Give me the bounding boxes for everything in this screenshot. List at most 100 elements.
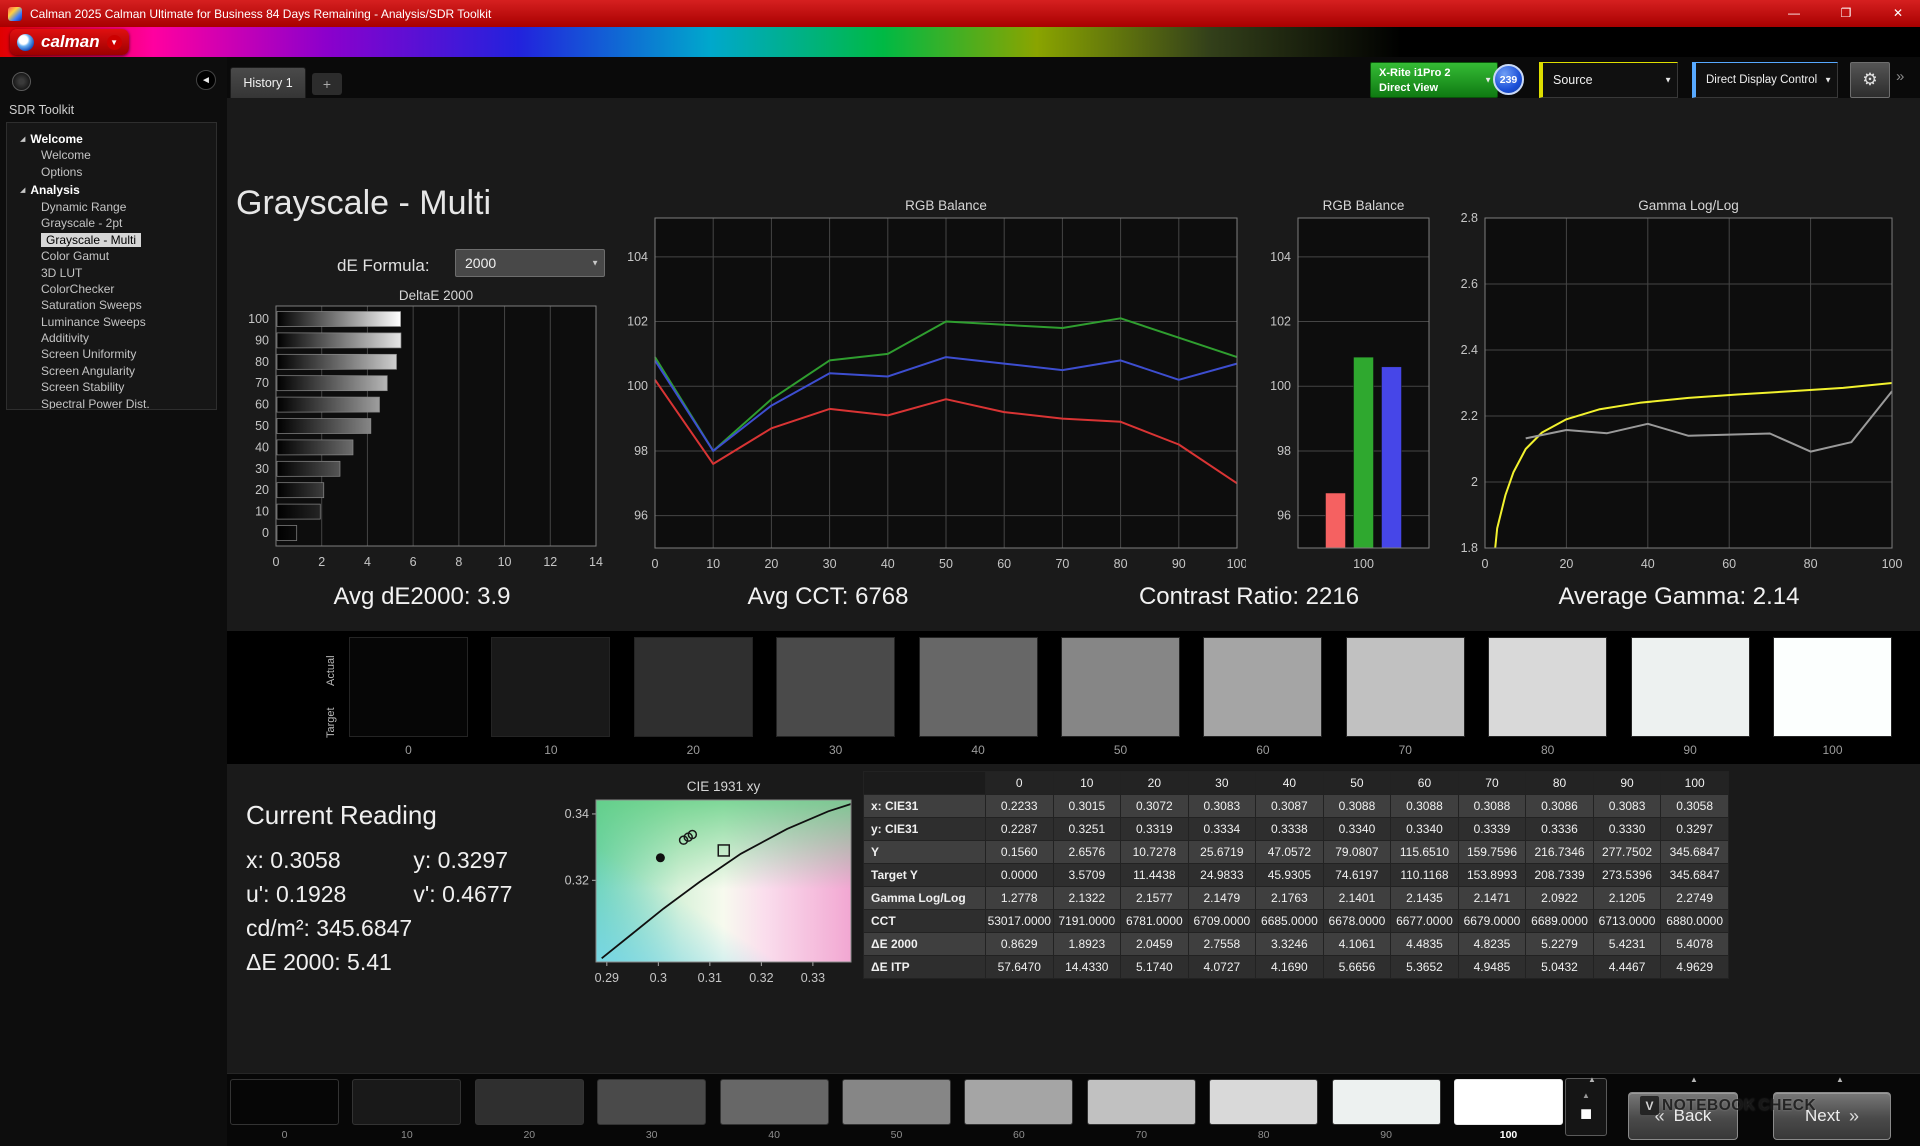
de-formula-dropdown[interactable]: 2000 ▼ <box>455 249 605 277</box>
display-control-selector[interactable]: Direct Display Control ▼ <box>1692 62 1838 98</box>
sidebar-item-spectral-power-dist[interactable]: Spectral Power Dist. <box>7 395 216 410</box>
sidebar-item-color-gamut[interactable]: Color Gamut <box>7 248 216 264</box>
patch-label: 70 <box>1087 1129 1196 1141</box>
expander-icon[interactable]: ◢ <box>20 135 25 143</box>
axis-text: 104 <box>627 250 648 264</box>
sidebar-collapse-button[interactable]: ◄ <box>196 70 216 90</box>
row-label: x: CIE31 <box>864 795 986 818</box>
grayscale-patch-button-80[interactable] <box>1209 1079 1318 1125</box>
sidebar-item-grayscale-2pt[interactable]: Grayscale - 2pt <box>7 215 216 231</box>
table-cell: 2.1577 <box>1121 887 1189 910</box>
table-cell: 2.7558 <box>1188 933 1256 956</box>
back-button[interactable]: « Back <box>1628 1092 1738 1140</box>
axis-text: 2.6 <box>1461 277 1478 291</box>
axis-text: 14 <box>589 555 603 569</box>
next-button[interactable]: Next » <box>1773 1092 1891 1140</box>
table-cell: 10.7278 <box>1121 841 1189 864</box>
close-button[interactable]: ✕ <box>1876 0 1920 27</box>
grayscale-patch-button-70[interactable] <box>1087 1079 1196 1125</box>
table-cell: 0.1560 <box>986 841 1054 864</box>
expander-icon[interactable]: ◢ <box>20 186 25 194</box>
row-label: ΔE ITP <box>864 956 986 979</box>
deltae-bar-70 <box>277 376 387 391</box>
add-tab-button[interactable]: + <box>312 73 342 95</box>
table-cell: 2.1763 <box>1256 887 1324 910</box>
axis-text: 40 <box>255 440 269 454</box>
table-cell: 11.4438 <box>1121 864 1189 887</box>
table-cell: 2.2749 <box>1661 887 1729 910</box>
tab-history-1[interactable]: History 1 <box>230 67 306 98</box>
gray-swatch-90 <box>1631 637 1750 737</box>
axis-text: 60 <box>255 398 269 412</box>
axis-text: DeltaE 2000 <box>399 288 473 303</box>
grayscale-patch-button-30[interactable] <box>597 1079 706 1125</box>
meter-selector[interactable]: X-Rite i1Pro 2 Direct View ▼ <box>1370 62 1498 98</box>
gray-swatch-level-label: 20 <box>634 743 753 757</box>
minimize-button[interactable]: — <box>1772 0 1816 27</box>
axis-text: 10 <box>706 557 720 571</box>
gray-swatch-0 <box>349 637 468 737</box>
tree-group-welcome[interactable]: ◢ Welcome <box>7 130 216 147</box>
settings-button[interactable]: ⚙ <box>1850 62 1890 98</box>
sidebar-item-label: Dynamic Range <box>41 200 126 214</box>
sidebar-item-colorchecker[interactable]: ColorChecker <box>7 281 216 297</box>
grayscale-patch-button-60[interactable] <box>964 1079 1073 1125</box>
blue-bar <box>1382 367 1402 548</box>
axis-text: 40 <box>881 557 895 571</box>
logo-dropdown-icon[interactable]: ▼ <box>107 35 122 50</box>
cd-value: 345.6847 <box>316 915 412 941</box>
deltae-bar-80 <box>277 354 396 369</box>
sidebar-item-3d-lut[interactable]: 3D LUT <box>7 264 216 280</box>
tree-group-label: Welcome <box>30 132 82 146</box>
sidebar-item-grayscale-multi[interactable]: Grayscale - Multi <box>7 232 216 248</box>
table-cell: 216.7346 <box>1526 841 1594 864</box>
tree-group-analysis[interactable]: ◢Analysis <box>7 182 216 199</box>
axis-text: 0 <box>652 557 659 571</box>
table-cell: 0.3330 <box>1593 818 1661 841</box>
sidebar-item-additivity[interactable]: Additivity <box>7 330 216 346</box>
table-cell: 6677.0000 <box>1391 910 1459 933</box>
axis-text: 12 <box>543 555 557 569</box>
gamma-loglog-chart: Gamma Log/Log2.82.62.42.221.802040608010… <box>1450 196 1918 584</box>
maximize-button[interactable]: ❐ <box>1824 0 1868 27</box>
table-cell: 4.4835 <box>1391 933 1459 956</box>
sidebar-item-label: Screen Stability <box>41 380 124 394</box>
gray-swatch-level-label: 40 <box>919 743 1038 757</box>
sidebar-item-welcome[interactable]: Welcome <box>7 147 216 163</box>
grayscale-patch-button-0[interactable] <box>230 1079 339 1125</box>
grayscale-patch-button-90[interactable] <box>1332 1079 1441 1125</box>
sidebar-item-dynamic-range[interactable]: Dynamic Range <box>7 199 216 215</box>
sidebar-item-screen-uniformity[interactable]: Screen Uniformity <box>7 346 216 362</box>
current-reading-title: Current Reading <box>246 800 574 831</box>
table-cell: 0.3340 <box>1391 818 1459 841</box>
meter-count-badge[interactable]: 239 <box>1493 64 1524 95</box>
table-cell: 79.0807 <box>1323 841 1391 864</box>
measurement-table: 0102030405060708090100x: CIE310.22330.30… <box>863 771 1729 979</box>
table-cell: 6781.0000 <box>1121 910 1189 933</box>
sidebar-item-luminance-sweeps[interactable]: Luminance Sweeps <box>7 314 216 330</box>
gray-swatch-30 <box>776 637 895 737</box>
status-circle-icon[interactable] <box>12 72 31 91</box>
table-row-y: Y0.15602.657610.727825.671947.057279.080… <box>864 841 1729 864</box>
grayscale-patch-button-40[interactable] <box>720 1079 829 1125</box>
pattern-square-icon: ■ <box>1580 1105 1592 1123</box>
source-selector[interactable]: Source ▼ <box>1539 62 1678 98</box>
grayscale-patch-button-100[interactable] <box>1454 1079 1563 1125</box>
table-cell: 3.5709 <box>1053 864 1121 887</box>
grayscale-patch-button-20[interactable] <box>475 1079 584 1125</box>
sidebar-item-screen-stability[interactable]: Screen Stability <box>7 379 216 395</box>
axis-text: 2 <box>318 555 325 569</box>
gray-swatch-level-label: 50 <box>1061 743 1180 757</box>
col-header-100: 100 <box>1661 772 1729 795</box>
grayscale-patch-button-50[interactable] <box>842 1079 951 1125</box>
chevron-right-icon[interactable]: » <box>1896 68 1904 85</box>
bottom-bar: 0102030405060708090100 ▲ ■ ▲ ▲ ▲ « Back … <box>227 1073 1920 1146</box>
deltae-bar-30 <box>277 461 340 476</box>
sidebar-item-options[interactable]: Options <box>7 163 216 179</box>
sidebar-item-saturation-sweeps[interactable]: Saturation Sweeps <box>7 297 216 313</box>
de2000-value: 5.41 <box>347 949 392 975</box>
table-cell: 6685.0000 <box>1256 910 1324 933</box>
sidebar-item-screen-angularity[interactable]: Screen Angularity <box>7 363 216 379</box>
calman-logo-button[interactable]: calman ▼ <box>10 29 129 55</box>
grayscale-patch-button-10[interactable] <box>352 1079 461 1125</box>
